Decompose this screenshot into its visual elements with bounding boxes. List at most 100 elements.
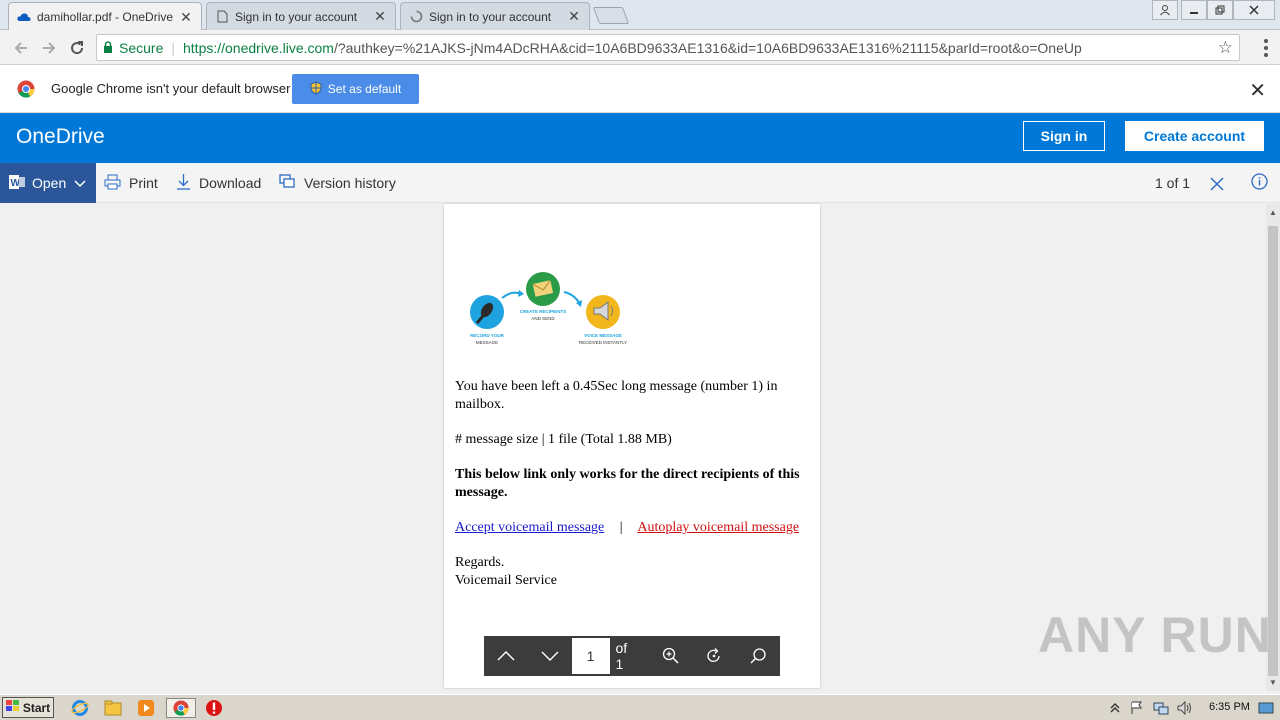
windows-logo-icon [5, 700, 20, 715]
version-history-label: Version history [304, 175, 396, 191]
search-icon[interactable] [736, 636, 780, 676]
onedrive-brand[interactable]: OneDrive [16, 125, 105, 149]
pdf-page: RECORD YOUR MESSAGE CREATE RECIPIENTS AN… [444, 204, 820, 688]
link-separator: | [619, 520, 623, 535]
flow-caption: MESSAGE [476, 340, 498, 345]
version-history-button[interactable]: Version history [279, 163, 396, 203]
download-button[interactable]: Download [176, 163, 261, 203]
loading-spinner-icon [409, 10, 423, 24]
reload-icon[interactable] [66, 37, 88, 59]
printer-icon [104, 174, 121, 193]
browser-toolbar: Secure | https://onedrive.live.com /?aut… [0, 30, 1280, 65]
scroll-up-arrow-icon[interactable]: ▲ [1269, 208, 1277, 217]
flow-caption: VOICE MESSAGE [584, 333, 622, 338]
previous-page-icon[interactable] [484, 636, 528, 676]
set-as-default-button[interactable]: Set as default [292, 74, 419, 104]
address-bar[interactable]: Secure | https://onedrive.live.com /?aut… [96, 34, 1240, 61]
page-total-label: of 1 [615, 640, 628, 672]
download-icon [176, 173, 191, 193]
message-body: You have been left a 0.45Sec long messag… [455, 378, 805, 590]
onedrive-cloud-icon [17, 10, 31, 24]
recipient-notice: This below link only works for the direc… [455, 467, 800, 500]
close-tab-icon[interactable]: ✕ [373, 8, 387, 25]
chrome-logo-icon [17, 80, 35, 101]
create-account-button[interactable]: Create account [1125, 121, 1264, 151]
show-desktop-icon[interactable] [1256, 698, 1276, 718]
back-arrow-icon[interactable] [10, 37, 32, 59]
url-host: https://onedrive.live.com [183, 39, 334, 56]
voicemail-links: Accept voicemail message | Autoplay voic… [455, 519, 805, 537]
page-navigation-bar: of 1 [484, 636, 780, 676]
word-icon: W [9, 174, 25, 193]
close-viewer-icon[interactable] [1210, 171, 1224, 197]
close-window-icon[interactable] [1233, 0, 1275, 20]
print-label: Print [129, 175, 158, 191]
file-explorer-icon[interactable] [103, 698, 123, 718]
set-as-default-label: Set as default [327, 82, 402, 96]
chrome-menu-icon[interactable] [1264, 39, 1268, 57]
forward-arrow-icon[interactable] [38, 37, 60, 59]
scroll-down-arrow-icon[interactable]: ▼ [1269, 678, 1277, 687]
download-label: Download [199, 175, 262, 191]
message-paragraph: You have been left a 0.45Sec long messag… [455, 379, 778, 412]
anyrun-watermark: ANY RUN [1038, 607, 1272, 663]
rotate-icon[interactable] [692, 636, 736, 676]
show-hidden-icons-icon[interactable] [1105, 698, 1125, 718]
signature: Voicemail Service [455, 573, 557, 588]
sign-in-button[interactable]: Sign in [1023, 121, 1105, 151]
flow-caption: RECORD YOUR [470, 333, 504, 338]
taskbar-clock[interactable]: 6:35 PM [1209, 701, 1250, 713]
chevron-down-icon [74, 175, 86, 191]
minimize-icon[interactable] [1181, 0, 1207, 20]
onedrive-header: OneDrive Sign in Create account [0, 113, 1280, 163]
stop-sign-icon[interactable] [204, 698, 224, 718]
page-icon [215, 10, 229, 24]
network-icon[interactable] [1151, 698, 1171, 718]
tab-signin-1[interactable]: Sign in to your account ✕ [206, 2, 396, 30]
zoom-in-icon[interactable] [649, 636, 693, 676]
open-button[interactable]: W Open [0, 163, 96, 203]
start-button[interactable]: Start [2, 697, 54, 718]
print-button[interactable]: Print [104, 163, 158, 203]
voicemail-flow-graphic: RECORD YOUR MESSAGE CREATE RECIPIENTS AN… [466, 272, 636, 350]
infobar-message: Google Chrome isn't your default browser [51, 81, 291, 96]
bookmark-star-icon[interactable]: ☆ [1218, 38, 1233, 58]
close-tab-icon[interactable]: ✕ [567, 8, 581, 25]
windows-taskbar: Start 6:35 PM [0, 694, 1280, 720]
divider: | [171, 39, 175, 56]
shield-icon [310, 80, 322, 98]
tab-signin-2[interactable]: Sign in to your account ✕ [400, 2, 590, 30]
message-size: # message size | 1 file (Total 1.88 MB) [455, 432, 672, 447]
tab-title: damihollar.pdf - OneDrive [37, 10, 174, 24]
page-number-input[interactable] [571, 638, 610, 674]
start-label: Start [22, 700, 51, 715]
default-browser-infobar: Google Chrome isn't your default browser… [0, 65, 1280, 113]
open-label: Open [32, 175, 67, 191]
viewer-command-bar: W Open Print Download Version history 1 … [0, 163, 1280, 203]
info-icon[interactable] [1251, 173, 1268, 193]
volume-icon[interactable] [1175, 698, 1195, 718]
page-count: 1 of 1 [1155, 175, 1191, 191]
tab-title: Sign in to your account [429, 9, 552, 24]
regards: Regards. [455, 555, 505, 570]
next-page-icon[interactable] [528, 636, 572, 676]
accept-voicemail-link[interactable]: Accept voicemail message [455, 520, 604, 535]
url-path: /?authkey=%21AJKS-jNm4ADcRHA&cid=10A6BD9… [333, 39, 1082, 56]
close-infobar-icon[interactable]: ✕ [1249, 78, 1266, 103]
restore-icon[interactable] [1207, 0, 1233, 20]
secure-label: Secure [119, 39, 164, 56]
tab-onedrive[interactable]: damihollar.pdf - OneDrive ✕ [8, 2, 202, 31]
chrome-taskbar-icon[interactable] [166, 698, 196, 718]
profile-icon[interactable] [1152, 0, 1178, 20]
tab-title: Sign in to your account [235, 9, 358, 24]
flow-caption: RECEIVED INSTANTLY [579, 340, 627, 345]
media-player-icon[interactable] [136, 698, 156, 718]
flow-caption: CREATE RECIPIENTS [520, 309, 566, 314]
close-tab-icon[interactable]: ✕ [179, 9, 193, 26]
autoplay-voicemail-link[interactable]: Autoplay voicemail message [637, 520, 799, 535]
new-tab-button[interactable] [592, 7, 630, 24]
browser-tab-strip: damihollar.pdf - OneDrive ✕ Sign in to y… [0, 0, 1280, 31]
flow-caption: AND SEND [531, 316, 555, 321]
internet-explorer-icon[interactable] [70, 698, 90, 718]
action-center-flag-icon[interactable] [1127, 698, 1147, 718]
